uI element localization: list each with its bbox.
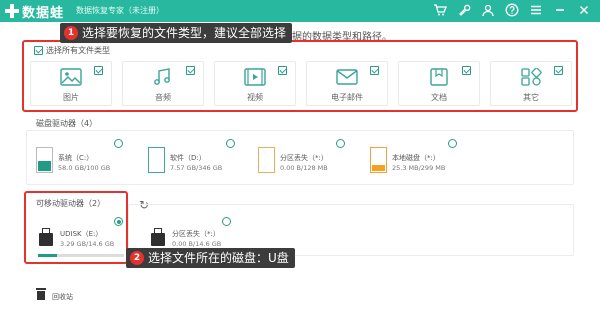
system-drive-icon bbox=[36, 147, 53, 173]
app-name: 数据蛙 bbox=[22, 6, 65, 21]
title-bar: 数据蛙 数据恢复专家（未注册） bbox=[0, 0, 600, 22]
removable-radio[interactable] bbox=[222, 217, 231, 226]
app-subtitle: 数据恢复专家（未注册） bbox=[76, 6, 164, 15]
callout-number: 2 bbox=[130, 251, 144, 265]
disk-item-d[interactable]: 软件（D:） 7.57 GB/346 GB bbox=[148, 143, 258, 183]
disk-radio[interactable] bbox=[226, 139, 235, 148]
callout-step-1: 1 选择要恢复的文件类型，建议全部选择 bbox=[60, 23, 293, 43]
app-logo-icon bbox=[5, 4, 19, 18]
recycle-bin-icon[interactable] bbox=[36, 288, 46, 300]
disk-item-local[interactable]: 本地磁盘（*:） 25.3 MB/299 MB bbox=[370, 143, 480, 183]
disk-item-lost[interactable]: 分区丢失（*:） 0.00 B/128 MB bbox=[258, 143, 368, 183]
callout-step-2: 2 选择文件所在的磁盘：U盘 bbox=[126, 248, 295, 268]
disk-size: 25.3 MB/299 MB bbox=[392, 164, 446, 172]
disk-name: 软件（D:） bbox=[170, 154, 206, 162]
callout-text: 选择文件所在的磁盘：U盘 bbox=[148, 251, 289, 265]
file-types-highlight-box bbox=[22, 40, 578, 112]
disk-size: 7.57 GB/346 GB bbox=[170, 164, 223, 172]
menu-icon[interactable] bbox=[528, 3, 544, 19]
recycle-bin-label[interactable]: 回收站 bbox=[52, 292, 73, 302]
callout-text: 选择要恢复的文件类型，建议全部选择 bbox=[82, 26, 287, 40]
disk-radio[interactable] bbox=[114, 139, 123, 148]
disk-name: 本地磁盘（*:） bbox=[392, 154, 440, 162]
lost-partition-icon bbox=[258, 147, 275, 173]
disk-name: 分区丢失（*:） bbox=[172, 230, 220, 238]
disk-radio[interactable] bbox=[336, 139, 345, 148]
disk-item-c[interactable]: 系统（C:） 58.0 GB/100 GB bbox=[36, 143, 146, 183]
disk-radio[interactable] bbox=[448, 139, 457, 148]
help-icon[interactable] bbox=[504, 3, 520, 19]
wrench-icon[interactable] bbox=[456, 3, 472, 19]
callout-number: 1 bbox=[64, 26, 78, 40]
minimize-icon[interactable] bbox=[552, 3, 568, 19]
disk-size: 0.00 B/14.6 GB bbox=[172, 240, 222, 248]
removable-highlight-box bbox=[24, 191, 128, 264]
disk-name: 分区丢失（*:） bbox=[280, 154, 328, 162]
disk-name: 系统（C:） bbox=[58, 154, 94, 162]
disk-size: 58.0 GB/100 GB bbox=[58, 164, 111, 172]
local-disk-icon bbox=[370, 147, 387, 173]
disk-size: 0.00 B/128 MB bbox=[280, 164, 328, 172]
user-icon[interactable] bbox=[480, 3, 496, 19]
drive-icon bbox=[148, 147, 165, 173]
usb-drive-icon bbox=[150, 228, 166, 246]
close-icon[interactable] bbox=[576, 3, 592, 19]
disk-section-label: 磁盘驱动器（4） bbox=[36, 119, 98, 128]
cart-icon[interactable] bbox=[432, 3, 448, 19]
